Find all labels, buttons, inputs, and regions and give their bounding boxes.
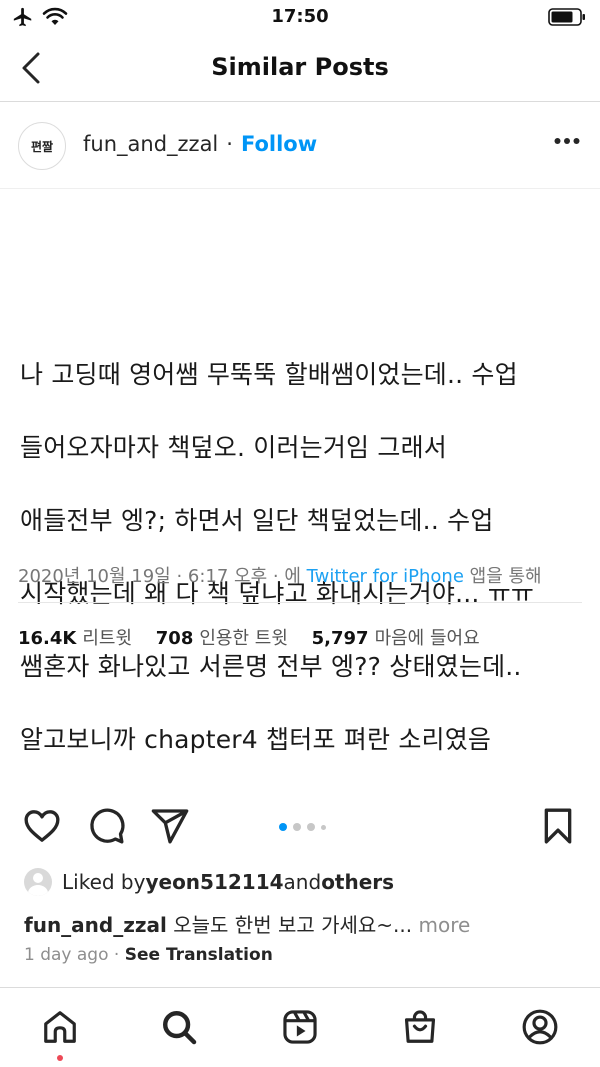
liker-username[interactable]: yeon512114 xyxy=(145,870,283,894)
caption-more-link[interactable]: more xyxy=(412,913,470,937)
avatar[interactable]: 편짤 xyxy=(18,122,66,170)
battery-icon xyxy=(548,8,585,26)
divider xyxy=(18,602,582,603)
post-image[interactable]: 나 고딩때 영어쌤 무뚝뚝 할배쌤이었는데.. 수업 들어오자마자 책덮오. 이… xyxy=(0,190,600,790)
quote-label: 인용한 트윗 xyxy=(199,628,288,649)
like-stat: 5,797 마음에 들어요 xyxy=(312,628,480,649)
carousel-indicator xyxy=(279,823,326,831)
like-count: 5,797 xyxy=(311,628,369,649)
post-time: 1 day ago xyxy=(24,945,109,965)
quote-stat: 708 인용한 트윗 xyxy=(156,628,288,649)
quote-count: 708 xyxy=(155,628,194,649)
bottom-tab-bar xyxy=(0,987,600,1067)
nav-bar: Similar Posts xyxy=(0,34,600,102)
likes-prefix: Liked by xyxy=(62,870,146,894)
caption-text: 오늘도 한번 보고 가세요~... xyxy=(166,913,413,937)
likes-middle: and xyxy=(283,870,322,894)
likes-summary[interactable]: Liked by yeon512114 and others xyxy=(24,868,394,896)
status-bar: 17:50 xyxy=(0,0,600,34)
see-translation-link[interactable]: See Translation xyxy=(125,945,273,965)
tweet-source: Twitter for iPhone xyxy=(306,566,464,587)
bookmark-icon[interactable] xyxy=(540,806,576,846)
reels-icon[interactable] xyxy=(281,1008,319,1046)
post-actions xyxy=(0,806,600,850)
post-header: 편짤 fun_and_zzal · Follow xyxy=(0,103,600,189)
search-icon[interactable] xyxy=(160,1008,198,1046)
caption-username[interactable]: fun_and_zzal xyxy=(24,913,167,937)
carousel-dot xyxy=(321,824,326,830)
separator-dot: · xyxy=(226,132,233,156)
liker-avatar xyxy=(24,868,52,896)
post-author-line: fun_and_zzal · Follow xyxy=(83,132,317,156)
share-icon[interactable] xyxy=(150,806,190,846)
retweet-label: 리트윗 xyxy=(82,628,133,649)
tweet-date: 2020년 10월 19일 · 6:17 오후 · 에 xyxy=(18,566,307,587)
carousel-dot xyxy=(293,823,301,831)
tweet-text: 나 고딩때 영어쌤 무뚝뚝 할배쌤이었는데.. 수업 들어오자마자 책덮오. 이… xyxy=(20,320,590,795)
tweet-meta-suffix: 앱을 통해 xyxy=(463,566,542,587)
tweet-line: 들어오자마자 책덮오. 이러는거임 그래서 xyxy=(20,432,447,462)
likes-others[interactable]: others xyxy=(321,870,394,894)
heart-icon[interactable] xyxy=(22,806,62,846)
time-separator: · xyxy=(108,945,125,965)
home-icon[interactable] xyxy=(41,1008,79,1046)
profile-icon[interactable] xyxy=(521,1008,559,1046)
comment-icon[interactable] xyxy=(86,806,126,846)
post-caption: fun_and_zzal 오늘도 한번 보고 가세요~... more xyxy=(24,909,470,938)
tweet-line: 쌤혼자 화나있고 서른명 전부 엥?? 상태였는데.. xyxy=(20,651,522,681)
follow-button[interactable]: Follow xyxy=(241,132,317,156)
tweet-line: 애들전부 엥?; 하면서 일단 책덮었는데.. 수업 xyxy=(20,505,494,535)
shop-icon[interactable] xyxy=(401,1008,439,1046)
like-label: 마음에 들어요 xyxy=(374,628,480,649)
retweet-stat: 16.4K 리트윗 xyxy=(18,628,132,649)
tweet-line: 알고보니까 chapter4 챕터포 펴란 소리였음 xyxy=(20,724,492,754)
more-options-icon[interactable] xyxy=(554,137,580,145)
author-username[interactable]: fun_and_zzal xyxy=(83,132,218,156)
post-timestamp-row: 1 day ago · See Translation xyxy=(24,945,273,965)
status-time: 17:50 xyxy=(271,6,329,27)
page-title: Similar Posts xyxy=(211,53,389,81)
tweet-meta: 2020년 10월 19일 · 6:17 오후 · 에 Twitter for … xyxy=(18,562,542,588)
notification-dot xyxy=(57,1055,63,1061)
retweet-count: 16.4K xyxy=(18,628,77,649)
carousel-dot-active xyxy=(279,823,287,831)
carousel-dot xyxy=(307,823,315,831)
tweet-line: 나 고딩때 영어쌤 무뚝뚝 할배쌤이었는데.. 수업 xyxy=(20,359,518,389)
tweet-stats: 16.4K 리트윗 708 인용한 트윗 5,797 마음에 들어요 xyxy=(18,624,498,650)
